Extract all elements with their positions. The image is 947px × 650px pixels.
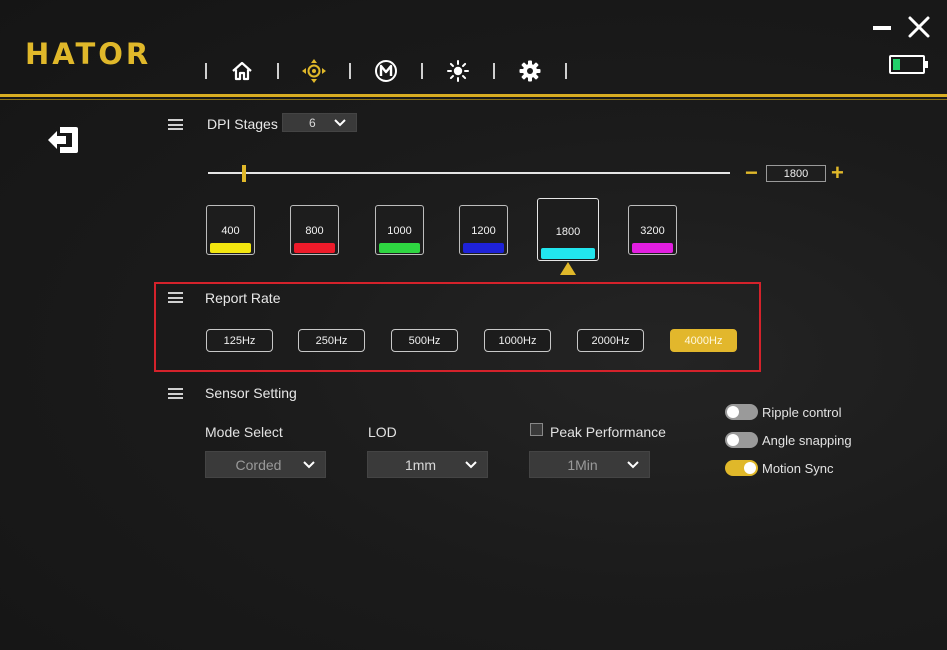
crosshair-icon [302,59,326,83]
gear-icon [519,60,541,82]
motion-sync-label: Motion Sync [762,461,834,476]
dpi-stage-color-bar [541,248,595,259]
nav-divider [565,63,567,79]
mode-select-dropdown[interactable]: Corded [205,451,326,478]
dpi-stages-select[interactable]: 6 [282,113,357,132]
minimize-button[interactable] [873,26,891,30]
dpi-stage-1800[interactable]: 1800 [537,198,599,261]
nav-lighting-button[interactable] [423,57,493,85]
lod-label: LOD [368,424,397,440]
report-rate-4000hz-button[interactable]: 4000Hz [670,329,737,352]
dpi-stage-value: 1200 [471,225,496,237]
battery-tip [925,61,928,68]
dpi-stage-value: 3200 [640,225,665,237]
macro-m-icon [375,60,397,82]
dpi-stage-value: 800 [305,225,324,237]
dpi-stages-title: DPI Stages [207,116,278,132]
nav-macro-button[interactable] [351,57,421,85]
dpi-value-input[interactable] [766,165,826,182]
exit-icon [48,127,78,153]
report-rate-2000hz-button[interactable]: 2000Hz [577,329,644,352]
report-rate-title: Report Rate [205,290,281,306]
exit-button[interactable] [46,125,80,155]
nav-home-button[interactable] [207,57,277,85]
sensor-setting-title: Sensor Setting [205,385,297,401]
ripple-control-label: Ripple control [762,405,842,420]
peak-performance-dropdown[interactable]: 1Min [529,451,650,478]
toggle-knob [727,434,739,446]
toggle-knob [727,406,739,418]
sun-icon [447,60,469,82]
dpi-stages-select-value: 6 [309,115,316,130]
dpi-stage-400[interactable]: 400 [206,205,255,255]
lod-dropdown[interactable]: 1mm [367,451,488,478]
dpi-stage-3200[interactable]: 3200 [628,205,677,255]
dpi-stage-1000[interactable]: 1000 [375,205,424,255]
selected-stage-indicator [560,262,576,275]
motion-sync-toggle[interactable] [725,460,758,476]
dpi-stage-color-bar [463,243,504,253]
battery-icon [889,55,928,74]
lod-value: 1mm [404,456,437,473]
dpi-stage-color-bar [632,243,673,253]
chevron-down-icon [465,460,477,468]
battery-level-fill [893,59,900,70]
dpi-stage-color-bar [210,243,251,253]
dpi-increase-button[interactable]: + [831,160,844,186]
dpi-stage-800[interactable]: 800 [290,205,339,255]
report-rate-1000hz-button[interactable]: 1000Hz [484,329,551,352]
toggle-knob [744,462,756,474]
peak-performance-label: Peak Performance [550,424,666,440]
ripple-control-toggle[interactable] [725,404,758,420]
dpi-menu-icon [168,119,183,130]
header-divider-shadow [0,99,947,100]
report-rate-menu-icon [168,292,183,303]
header-divider [0,94,947,97]
dpi-slider-track[interactable] [208,172,730,174]
mode-select-label: Mode Select [205,424,283,440]
dpi-decrease-button[interactable]: − [745,160,758,186]
peak-performance-checkbox[interactable] [530,423,543,436]
dpi-stage-value: 1800 [555,226,581,238]
chevron-down-icon [627,460,639,468]
dpi-stage-1200[interactable]: 1200 [459,205,508,255]
dpi-stage-value: 400 [221,225,240,237]
sensor-menu-icon [168,388,183,399]
nav-dpi-button[interactable] [279,57,349,85]
report-rate-125hz-button[interactable]: 125Hz [206,329,273,352]
report-rate-250hz-button[interactable]: 250Hz [298,329,365,352]
app-logo: HATOR [25,37,152,71]
close-button[interactable] [907,15,931,39]
chevron-down-icon [334,118,346,126]
angle-snapping-toggle[interactable] [725,432,758,448]
peak-performance-value: 1Min [567,456,598,473]
mode-select-value: Corded [235,456,282,473]
dpi-slider-handle[interactable] [242,165,246,182]
home-icon [232,61,252,81]
dpi-stage-value: 1000 [387,225,412,237]
angle-snapping-label: Angle snapping [762,433,852,448]
dpi-stage-color-bar [379,243,420,253]
nav-settings-button[interactable] [495,57,565,85]
close-icon [908,16,930,38]
report-rate-500hz-button[interactable]: 500Hz [391,329,458,352]
chevron-down-icon [303,460,315,468]
dpi-stage-color-bar [294,243,335,253]
main-nav [205,57,567,85]
